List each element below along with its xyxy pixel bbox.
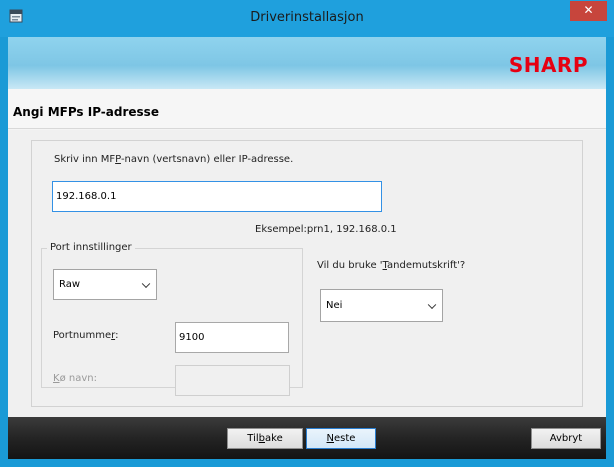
sharp-logo: SHARP xyxy=(508,53,588,77)
chevron-down-icon xyxy=(141,279,151,288)
tandem-question-label: Vil du bruke 'Tandemutskrift'? xyxy=(317,260,466,271)
page-title: Angi MFPs IP-adresse xyxy=(13,105,159,119)
window-title: Driverinstallasjon xyxy=(250,10,364,25)
dialog-client-area: SHARP Angi MFPs IP-adresse Skriv inn MFP… xyxy=(8,37,606,459)
tandem-print-dropdown[interactable]: Nei xyxy=(320,289,443,322)
ip-address-input[interactable]: 192.168.0.1 xyxy=(52,181,382,212)
port-type-value: Raw xyxy=(59,279,81,290)
brand-banner: SHARP xyxy=(8,37,606,89)
queue-name-input[interactable] xyxy=(175,365,290,396)
port-settings-group: Port innstillinger Raw Portnummer: 9100 … xyxy=(41,242,303,396)
title-bar[interactable]: Driverinstallasjon ✕ xyxy=(0,0,614,37)
installer-window: Driverinstallasjon ✕ SHARP Angi MFPs IP-… xyxy=(0,0,614,467)
port-number-input[interactable]: 9100 xyxy=(175,322,289,353)
page-heading-band: Angi MFPs IP-adresse xyxy=(8,89,606,129)
back-button[interactable]: Tilbake xyxy=(227,428,303,449)
address-example: Eksempel:prn1, 192.168.0.1 xyxy=(255,224,397,235)
next-button[interactable]: Neste xyxy=(306,428,376,449)
queue-name-label: Kø navn: xyxy=(53,373,97,384)
chevron-down-icon xyxy=(427,300,437,309)
tandem-print-value: Nei xyxy=(326,300,343,311)
address-label: Skriv inn MFP-navn (vertsnavn) eller IP-… xyxy=(54,154,294,165)
port-type-dropdown[interactable]: Raw xyxy=(53,269,157,300)
cancel-button[interactable]: Avbryt xyxy=(531,428,601,449)
content-area: Skriv inn MFP-navn (vertsnavn) eller IP-… xyxy=(8,130,606,417)
settings-panel: Skriv inn MFP-navn (vertsnavn) eller IP-… xyxy=(31,140,583,407)
port-settings-legend: Port innstillinger xyxy=(47,242,135,253)
port-number-label: Portnummer: xyxy=(53,330,119,341)
close-button[interactable]: ✕ xyxy=(570,1,607,21)
button-bar: Tilbake Neste Avbryt xyxy=(8,417,606,459)
close-icon: ✕ xyxy=(583,3,594,17)
